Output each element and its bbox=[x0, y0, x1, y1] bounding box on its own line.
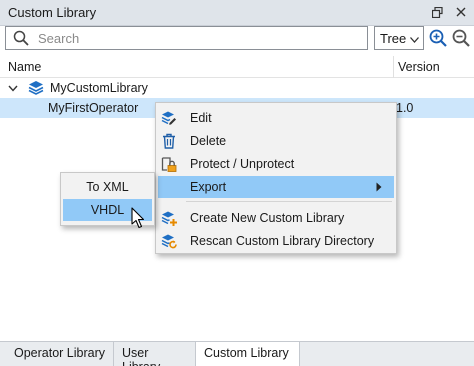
context-menu: Edit Delete Protect / Unprotect Export C… bbox=[155, 102, 397, 254]
edit-icon bbox=[161, 110, 177, 126]
lock-icon bbox=[161, 156, 177, 172]
new-library-icon bbox=[161, 210, 177, 226]
close-icon[interactable] bbox=[454, 4, 468, 20]
tree-row-label: MyCustomLibrary bbox=[50, 81, 148, 95]
view-mode-value: Tree bbox=[380, 30, 407, 46]
search-box[interactable] bbox=[5, 26, 368, 50]
search-input[interactable] bbox=[38, 30, 358, 46]
mouse-pointer-icon bbox=[131, 207, 147, 229]
menu-item-label: Delete bbox=[190, 134, 227, 148]
toolbar: Tree bbox=[0, 26, 474, 56]
menu-item-label: Rescan Custom Library Directory bbox=[190, 234, 375, 248]
tab-operator-library[interactable]: Operator Library bbox=[6, 342, 114, 366]
menu-item-protect[interactable]: Protect / Unprotect bbox=[158, 153, 394, 175]
menu-separator bbox=[186, 201, 392, 202]
library-stack-icon bbox=[28, 80, 44, 96]
column-header-version[interactable]: Version bbox=[398, 60, 440, 74]
menu-item-delete[interactable]: Delete bbox=[158, 130, 394, 152]
zoom-out-icon[interactable] bbox=[451, 27, 471, 49]
rescan-library-icon bbox=[161, 233, 177, 249]
zoom-in-icon[interactable] bbox=[428, 27, 448, 49]
menu-item-edit[interactable]: Edit bbox=[158, 107, 394, 129]
menu-item-label: Edit bbox=[190, 111, 212, 125]
tab-user-library[interactable]: User Library bbox=[114, 342, 196, 366]
submenu-item-to-xml[interactable]: To XML bbox=[63, 176, 152, 198]
view-mode-select[interactable]: Tree bbox=[374, 26, 424, 50]
submenu-arrow-icon bbox=[376, 181, 384, 193]
search-icon bbox=[10, 27, 32, 49]
menu-item-label: Protect / Unprotect bbox=[190, 157, 295, 171]
chevron-down-icon[interactable] bbox=[8, 81, 18, 95]
tree-row-version: 1.0 bbox=[396, 101, 414, 115]
menu-item-export[interactable]: Export bbox=[158, 176, 394, 198]
chevron-down-icon bbox=[410, 31, 419, 46]
menu-item-rescan[interactable]: Rescan Custom Library Directory bbox=[158, 230, 394, 252]
panel-titlebar: Custom Library bbox=[0, 0, 474, 26]
tree-row-library[interactable]: MyCustomLibrary bbox=[0, 78, 474, 98]
tab-custom-library[interactable]: Custom Library bbox=[196, 342, 300, 366]
tree-header: Name Version bbox=[0, 56, 474, 78]
tree-row-label: MyFirstOperator bbox=[48, 101, 139, 115]
float-window-icon[interactable] bbox=[430, 4, 444, 20]
menu-item-label: Export bbox=[190, 180, 227, 194]
menu-item-label: Create New Custom Library bbox=[190, 211, 345, 225]
column-divider[interactable] bbox=[393, 56, 394, 78]
panel-title: Custom Library bbox=[8, 5, 97, 20]
menu-item-create-library[interactable]: Create New Custom Library bbox=[158, 207, 394, 229]
trash-icon bbox=[161, 133, 177, 149]
bottom-tab-bar: Operator Library User Library Custom Lib… bbox=[0, 341, 474, 366]
column-header-name[interactable]: Name bbox=[8, 60, 41, 74]
